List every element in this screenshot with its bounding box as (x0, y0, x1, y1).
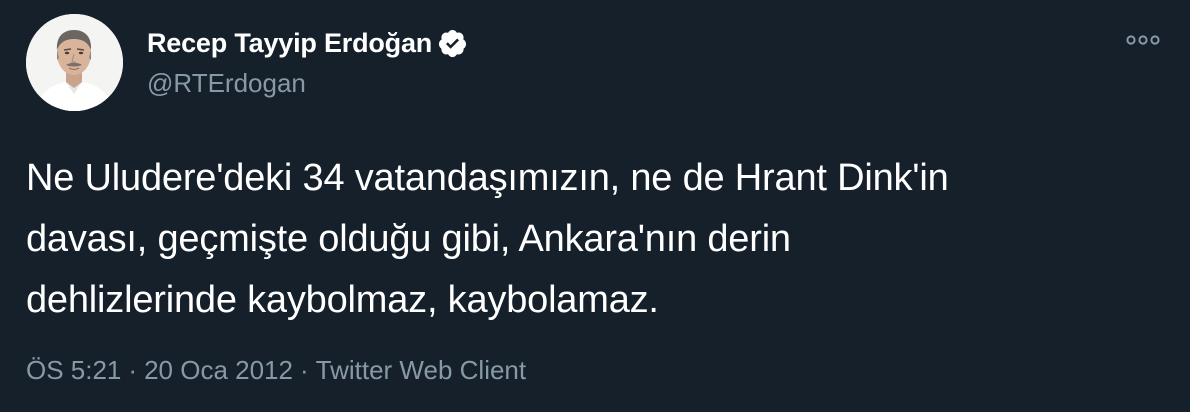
more-options-icon[interactable] (1125, 33, 1161, 47)
author-display-name[interactable]: Recep Tayyip Erdoğan (147, 28, 432, 59)
avatar-image (26, 14, 123, 111)
tweet-text-line: davası, geçmişte olduğu gibi, Ankara'nın… (26, 218, 791, 260)
tweet-text: Ne Uludere'deki 34 vatandaşımızın, ne de… (26, 148, 1156, 331)
verified-badge-icon (437, 28, 468, 59)
tweet-time[interactable]: ÖS 5:21 (26, 355, 121, 385)
avatar[interactable] (26, 14, 123, 111)
author-handle[interactable]: @RTErdogan (147, 68, 306, 99)
tweet-metadata: ÖS 5:21 · 20 Oca 2012 · Twitter Web Client (26, 355, 526, 386)
meta-separator: · (299, 355, 309, 385)
tweet-date[interactable]: 20 Oca 2012 (144, 355, 293, 385)
tweet-text-line: Ne Uludere'deki 34 vatandaşımızın, ne de… (26, 157, 949, 199)
tweet-card: Recep Tayyip Erdoğan @RTErdogan Ne Ulude… (0, 0, 1190, 412)
tweet-text-line: dehlizlerinde kaybolmaz, kaybolamaz. (26, 279, 659, 321)
author-name-row: Recep Tayyip Erdoğan (147, 26, 468, 60)
meta-separator: · (128, 355, 138, 385)
tweet-source[interactable]: Twitter Web Client (316, 355, 526, 385)
